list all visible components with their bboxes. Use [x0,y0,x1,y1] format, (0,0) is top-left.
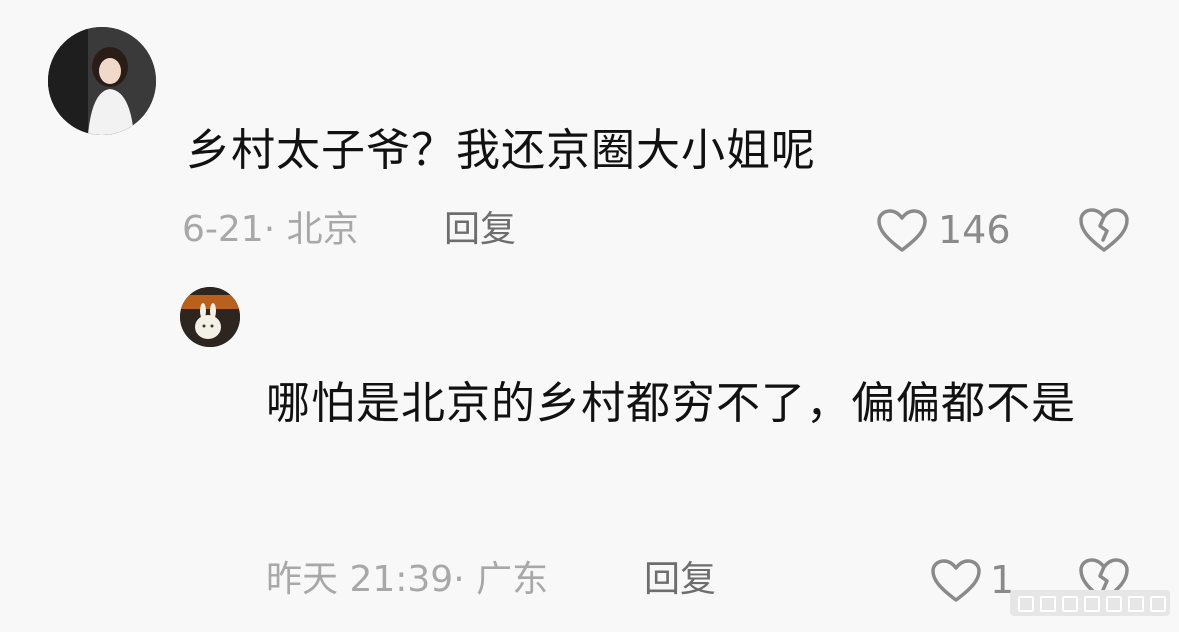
heart-outline-icon[interactable] [930,558,982,608]
reply-button[interactable]: 回复 [444,208,516,252]
comment-date-location: 6-21· 北京 [182,209,359,250]
reply-button[interactable]: 回复 [644,558,716,602]
watermark [1010,590,1170,616]
comment-text: 乡村太子爷？我还京圈大小姐呢 [186,125,816,176]
comment-date-location: 昨天 21:39· 广东 [266,559,549,600]
avatar[interactable] [48,27,156,135]
broken-heart-icon[interactable] [1077,206,1131,258]
comment-text: 哪怕是北京的乡村都穷不了，偏偏都不是 [266,378,1076,429]
heart-outline-icon[interactable] [876,208,928,258]
like-count: 146 [938,208,1011,252]
avatar[interactable] [180,287,240,347]
